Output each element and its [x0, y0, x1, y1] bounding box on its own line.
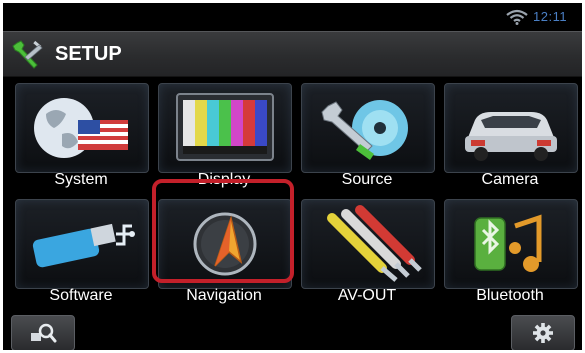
tile-display-thumb: [158, 83, 292, 173]
settings-button[interactable]: [511, 315, 575, 350]
tile-camera[interactable]: Camera: [444, 83, 578, 193]
wrench-icon: [12, 40, 43, 69]
usb-drive-icon: [32, 223, 135, 268]
tile-source[interactable]: Source: [301, 83, 435, 193]
car-icon: [465, 112, 557, 161]
setup-screen: 12:11 SETUP System Display Source Camera…: [3, 3, 582, 350]
bottom-bar: [3, 313, 582, 350]
clock: 12:11: [533, 9, 568, 24]
page-title: SETUP: [55, 43, 122, 65]
color-bars-monitor-icon: [176, 93, 274, 161]
rca-cables-icon: [327, 205, 422, 282]
search-button[interactable]: [11, 315, 75, 350]
tile-display[interactable]: Display: [158, 83, 292, 193]
gear-icon: [533, 323, 553, 343]
tile-system[interactable]: System: [15, 83, 149, 193]
tile-label: System: [54, 171, 108, 188]
wifi-icon: [506, 9, 528, 25]
globe-flag-icon: [34, 98, 128, 158]
tile-label: Bluetooth: [476, 287, 544, 304]
tile-label: Software: [49, 287, 113, 304]
tile-label: Navigation: [186, 287, 262, 304]
search-icon: [31, 323, 57, 343]
bluetooth-audio-icon: [474, 214, 542, 272]
tile-software-thumb: [15, 199, 149, 289]
tile-camera-thumb: [444, 83, 578, 173]
status-bar: 12:11: [3, 3, 582, 31]
selection-highlight: [152, 179, 294, 283]
tile-av-out-thumb: [301, 199, 435, 289]
tile-label: AV-OUT: [337, 287, 397, 304]
tile-source-thumb: [301, 83, 435, 173]
tile-software[interactable]: Software: [15, 199, 149, 309]
tile-bluetooth[interactable]: Bluetooth: [444, 199, 578, 309]
tile-system-thumb: [15, 83, 149, 173]
tile-av-out[interactable]: AV-OUT: [301, 199, 435, 309]
header-bar: SETUP: [3, 31, 582, 77]
tile-label: Source: [341, 171, 393, 188]
tile-label: Camera: [481, 171, 539, 188]
disc-wrench-icon: [321, 100, 408, 160]
tile-bluetooth-thumb: [444, 199, 578, 289]
